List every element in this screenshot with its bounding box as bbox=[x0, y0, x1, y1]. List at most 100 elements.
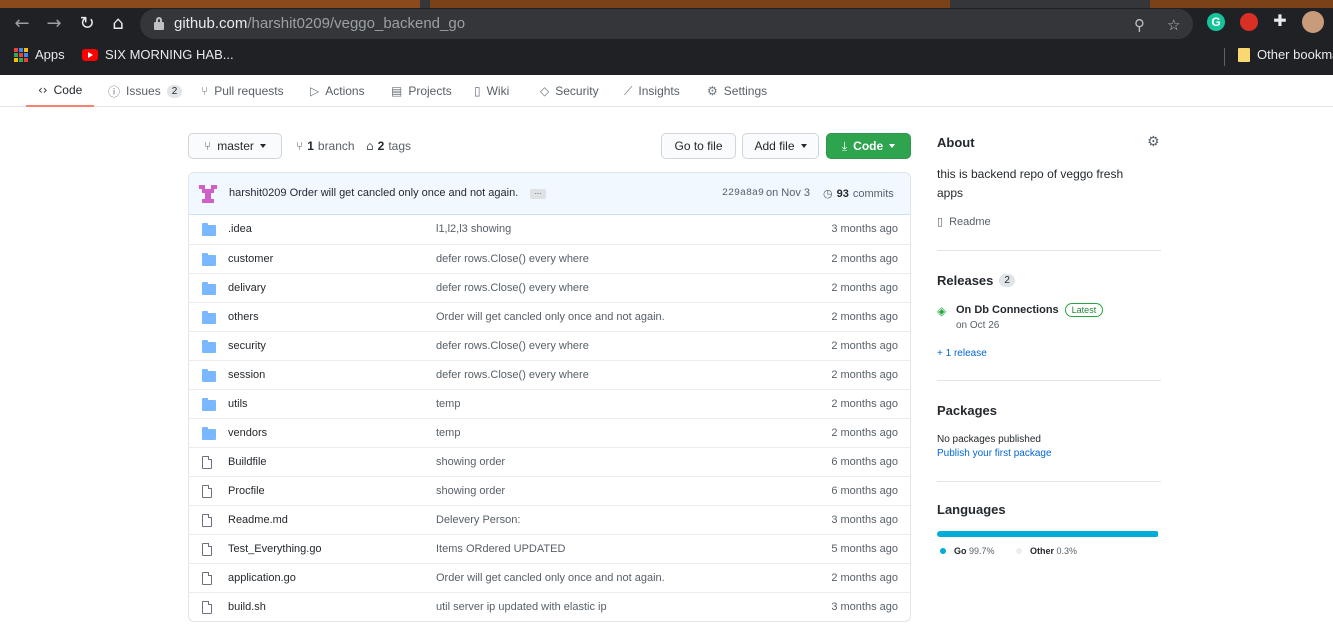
file-age: 2 months ago bbox=[831, 369, 898, 381]
santa-extension-icon[interactable] bbox=[1240, 13, 1258, 31]
file-row[interactable]: .idea l1,l2,l3 showing 3 months ago bbox=[189, 215, 910, 244]
bookmark-star-icon[interactable]: ☆ bbox=[1167, 16, 1180, 34]
packages-title[interactable]: Packages bbox=[937, 403, 997, 418]
file-name[interactable]: .idea bbox=[228, 223, 252, 235]
back-icon[interactable]: ← bbox=[10, 12, 34, 36]
commit-hash[interactable]: 229a8a9 bbox=[722, 188, 764, 199]
file-name[interactable]: vendors bbox=[228, 427, 267, 439]
add-file-button[interactable]: Add file bbox=[742, 133, 819, 159]
bookmark-six-morning[interactable]: SIX MORNING HAB... bbox=[82, 47, 234, 62]
zoom-icon[interactable]: ⚲ bbox=[1134, 16, 1145, 34]
file-row[interactable]: session defer rows.Close() every where 2 m… bbox=[189, 360, 910, 389]
file-row[interactable]: Test_Everything.go Items ORdered UPDATED 5… bbox=[189, 534, 910, 563]
bookmarks-bar: Apps SIX MORNING HAB... Other bookmarks bbox=[0, 44, 1333, 68]
file-commit-message[interactable]: util server ip updated with elastic ip bbox=[436, 601, 607, 613]
file-commit-message[interactable]: Order will get cancled only once and not… bbox=[436, 311, 665, 323]
commits-link[interactable]: ◷ 93 commits bbox=[823, 187, 894, 200]
packages-empty-text: No packages published bbox=[937, 434, 1041, 445]
folder-icon bbox=[1238, 47, 1250, 62]
bookmark-apps-label: Apps bbox=[35, 47, 65, 62]
bookmark-other[interactable]: Other bookmarks bbox=[1238, 47, 1333, 62]
file-name[interactable]: application.go bbox=[228, 572, 296, 584]
code-download-button[interactable]: ⤓ Code bbox=[826, 133, 911, 159]
file-commit-message[interactable]: showing order bbox=[436, 485, 505, 497]
commit-label: commits bbox=[852, 187, 894, 200]
file-commit-message[interactable]: temp bbox=[436, 398, 460, 410]
go-to-file-button[interactable]: Go to file bbox=[661, 133, 736, 159]
tab-pull-requests[interactable]: ⑂ Pull requests bbox=[201, 75, 284, 107]
commit-author[interactable]: harshit0209 bbox=[229, 187, 287, 199]
file-row[interactable]: customer defer rows.Close() every where 2 … bbox=[189, 244, 910, 273]
file-name[interactable]: security bbox=[228, 340, 266, 352]
language-go[interactable]: Go 99.7% bbox=[940, 546, 995, 556]
file-name[interactable]: Buildfile bbox=[228, 456, 267, 468]
gear-icon[interactable]: ⚙ bbox=[1147, 134, 1160, 150]
file-commit-message[interactable]: defer rows.Close() every where bbox=[436, 282, 589, 294]
readme-link[interactable]: ▯ Readme bbox=[937, 215, 991, 228]
reload-icon[interactable]: ↻ bbox=[75, 12, 99, 36]
tab-code[interactable]: ‹› Code bbox=[26, 75, 95, 107]
file-name[interactable]: Test_Everything.go bbox=[228, 543, 322, 555]
file-row[interactable]: Procfile showing order 6 months ago bbox=[189, 476, 910, 505]
tab-wiki[interactable]: ▯ Wiki bbox=[474, 75, 509, 107]
url-text[interactable]: github.com/harshit0209/veggo_backend_go bbox=[174, 15, 465, 32]
file-name[interactable]: build.sh bbox=[228, 601, 266, 613]
author-avatar[interactable] bbox=[199, 185, 217, 203]
file-commit-message[interactable]: defer rows.Close() every where bbox=[436, 369, 589, 381]
bookmark-apps[interactable]: Apps bbox=[14, 47, 65, 62]
file-commit-message[interactable]: l1,l2,l3 showing bbox=[436, 223, 511, 235]
file-row[interactable]: build.sh util server ip updated with elas… bbox=[189, 592, 910, 621]
home-icon[interactable]: ⌂ bbox=[106, 12, 130, 36]
branch-count: 1 bbox=[307, 139, 314, 153]
file-commit-message[interactable]: showing order bbox=[436, 456, 505, 468]
grammarly-icon[interactable]: G bbox=[1207, 13, 1225, 31]
file-row[interactable]: others Order will get cancled only once a… bbox=[189, 302, 910, 331]
file-row[interactable]: vendors temp 2 months ago bbox=[189, 418, 910, 447]
forward-icon[interactable]: → bbox=[42, 12, 66, 36]
tab-settings[interactable]: ⚙ Settings bbox=[707, 75, 767, 107]
file-commit-message[interactable]: temp bbox=[436, 427, 460, 439]
language-other[interactable]: Other 0.3% bbox=[1016, 546, 1077, 556]
branches-link[interactable]: ⑂ 1 branch bbox=[296, 139, 355, 153]
file-name[interactable]: customer bbox=[228, 253, 273, 265]
shield-icon: ◇ bbox=[540, 84, 550, 98]
file-commit-message[interactable]: Delevery Person: bbox=[436, 514, 520, 526]
commit-text[interactable]: Order will get cancled only once and not… bbox=[290, 187, 519, 199]
folder-icon bbox=[202, 369, 216, 382]
file-row[interactable]: utils temp 2 months ago bbox=[189, 389, 910, 418]
file-icon bbox=[202, 572, 212, 585]
file-row[interactable]: Readme.md Delevery Person: 3 months ago bbox=[189, 505, 910, 534]
releases-title[interactable]: Releases 2 bbox=[937, 273, 1015, 288]
file-row[interactable]: Buildfile showing order 6 months ago bbox=[189, 447, 910, 476]
tab-security[interactable]: ◇ Security bbox=[540, 75, 599, 107]
add-file-label: Add file bbox=[754, 139, 795, 153]
file-name[interactable]: delivary bbox=[228, 282, 266, 294]
release-item[interactable]: On Db Connections Latest bbox=[956, 303, 1104, 317]
publish-package-link[interactable]: Publish your first package bbox=[937, 448, 1052, 459]
file-name[interactable]: session bbox=[228, 369, 265, 381]
file-row[interactable]: delivary defer rows.Close() every where 2 … bbox=[189, 273, 910, 302]
profile-avatar[interactable] bbox=[1302, 11, 1324, 33]
file-name[interactable]: utils bbox=[228, 398, 248, 410]
file-name[interactable]: others bbox=[228, 311, 259, 323]
file-commit-message[interactable]: Order will get cancled only once and not… bbox=[436, 572, 665, 584]
extensions-puzzle-icon[interactable]: ✚ bbox=[1271, 13, 1289, 31]
tab-insights-label: Insights bbox=[638, 84, 680, 98]
file-commit-message[interactable]: defer rows.Close() every where bbox=[436, 340, 589, 352]
commit-expand-button[interactable]: ... bbox=[530, 188, 546, 199]
file-row[interactable]: application.go Order will get cancled onl… bbox=[189, 563, 910, 592]
tab-insights[interactable]: ⟋ Insights bbox=[624, 75, 680, 107]
file-commit-message[interactable]: defer rows.Close() every where bbox=[436, 253, 589, 265]
tab-wiki-label: Wiki bbox=[486, 84, 510, 98]
tags-link[interactable]: ⌂ 2 tags bbox=[366, 139, 411, 153]
tab-actions[interactable]: ▷ Actions bbox=[310, 75, 365, 107]
file-row[interactable]: security defer rows.Close() every where 2 … bbox=[189, 331, 910, 360]
address-bar[interactable]: github.com/harshit0209/veggo_backend_go … bbox=[140, 9, 1193, 39]
tab-issues[interactable]: ⓘ Issues 2 bbox=[108, 75, 183, 107]
file-name[interactable]: Procfile bbox=[228, 485, 265, 497]
file-commit-message[interactable]: Items ORdered UPDATED bbox=[436, 543, 565, 555]
file-name[interactable]: Readme.md bbox=[228, 514, 288, 526]
branch-select-button[interactable]: ⑂ master bbox=[188, 133, 282, 159]
tab-projects[interactable]: ▤ Projects bbox=[391, 75, 452, 107]
more-releases-link[interactable]: + 1 release bbox=[937, 348, 987, 359]
